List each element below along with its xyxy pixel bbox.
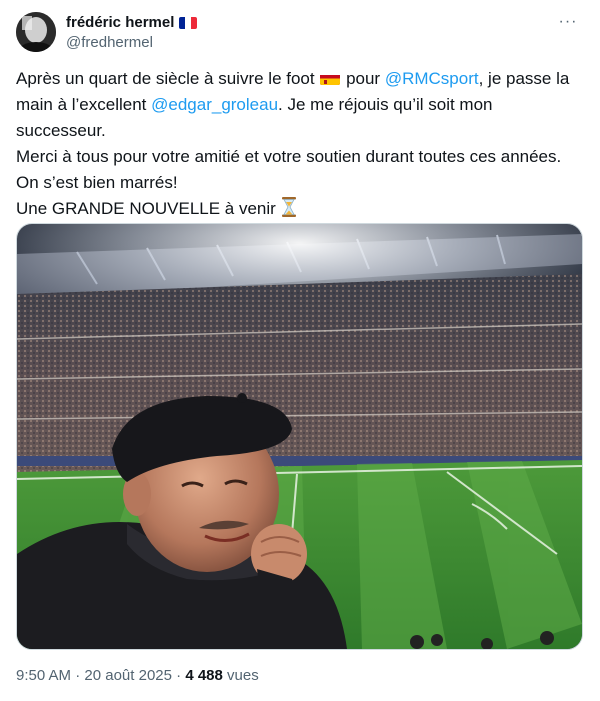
views-label: vues (222, 667, 259, 684)
tweet-time[interactable]: 9:50 AM (16, 667, 71, 684)
text-segment: pour (341, 69, 385, 88)
avatar[interactable] (16, 12, 56, 52)
tweet-paragraph-1: Après un quart de siècle à suivre le foo… (16, 66, 584, 144)
mention-rmcsport-link[interactable]: @RMCsport (385, 69, 479, 88)
separator: · (71, 667, 85, 684)
text-segment: Une GRANDE NOUVELLE à venir (16, 199, 281, 218)
display-name[interactable]: frédéric hermel (66, 13, 198, 33)
text-segment: Après un quart de siècle à suivre le foo… (16, 69, 320, 88)
tweet-text: Après un quart de siècle à suivre le foo… (16, 66, 584, 225)
tweet-paragraph-4: Une GRANDE NOUVELLE à venir (16, 196, 584, 225)
display-name-text[interactable]: frédéric hermel (66, 13, 174, 33)
stadium-selfie-photo (17, 224, 582, 649)
tweet-paragraph-2: Merci à tous pour votre amitié et votre … (16, 147, 562, 166)
france-flag-icon (179, 17, 198, 29)
tweet-date[interactable]: 20 août 2025 (84, 667, 172, 684)
tweet-header: frédéric hermel @fredhermel ··· (16, 12, 584, 56)
tweet-meta: 9:50 AM · 20 août 2025 · 4 488 vues (16, 666, 259, 686)
tweet-photo[interactable] (16, 223, 583, 650)
spain-flag-icon (320, 71, 341, 85)
more-options-icon[interactable]: ··· (558, 14, 578, 36)
separator: · (171, 667, 186, 684)
handle[interactable]: @fredhermel (66, 33, 197, 53)
view-count: 4 488 (185, 667, 223, 684)
mention-edgar-groleau-link[interactable]: @edgar_groleau (151, 95, 278, 114)
hourglass-icon (281, 197, 297, 225)
author-info: frédéric hermel @fredhermel (66, 13, 198, 53)
tweet-paragraph-3: On s’est bien marrés! (16, 173, 178, 192)
